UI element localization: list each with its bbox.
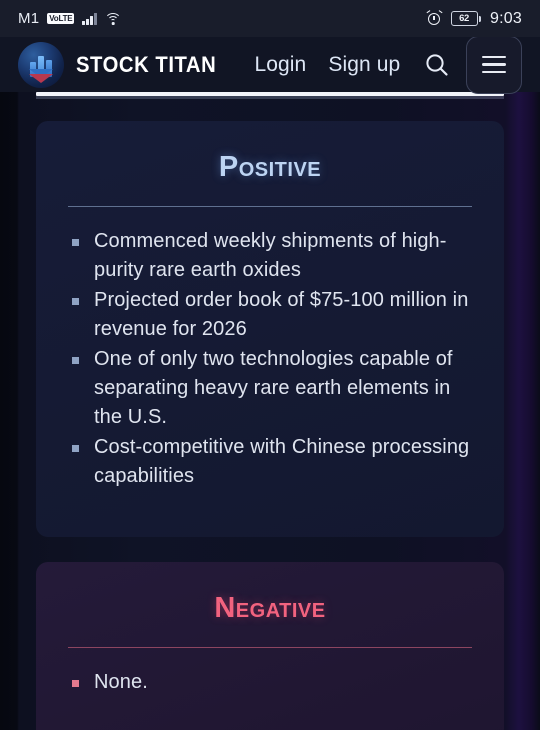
list-item: Commenced weekly shipments of high-purit… [70, 227, 478, 285]
list-item: Projected order book of $75-100 million … [70, 286, 478, 344]
carrier-label: M1 [18, 10, 40, 27]
clock-label: 9:03 [490, 9, 522, 27]
hamburger-menu-icon[interactable] [466, 35, 523, 94]
list-item: Cost-competitive with Chinese processing… [70, 433, 478, 491]
phone-screen: M1 VoLTE 62 9:03 STOCK TITAN Login Sign … [0, 0, 540, 730]
search-icon[interactable] [420, 48, 454, 82]
previous-card-shadow [36, 96, 504, 99]
negative-bullet-list: None. [70, 668, 478, 697]
brand-link[interactable]: STOCK TITAN [18, 41, 228, 88]
list-item: One of only two technologies capable of … [70, 345, 478, 432]
main-content: Positive Commenced weekly shipments of h… [0, 92, 540, 730]
negative-card-divider [68, 647, 472, 648]
volte-badge: VoLTE [47, 13, 75, 24]
status-bar: M1 VoLTE 62 9:03 [0, 0, 540, 37]
status-bar-right: 62 9:03 [426, 9, 522, 28]
battery-percent-label: 62 [450, 11, 478, 26]
wifi-icon [104, 12, 122, 25]
stock-titan-logo-icon [18, 41, 64, 88]
battery-icon: 62 [450, 11, 482, 26]
positive-card: Positive Commenced weekly shipments of h… [36, 121, 504, 537]
negative-card-title: Negative [214, 592, 326, 624]
positive-bullet-list: Commenced weekly shipments of high-purit… [70, 227, 478, 491]
negative-card: Negative None. [36, 562, 504, 730]
positive-card-title: Positive [218, 151, 322, 183]
header-nav: Login Sign up [254, 53, 400, 77]
login-link[interactable]: Login [254, 53, 306, 77]
site-header: STOCK TITAN Login Sign up [0, 35, 540, 94]
brand-name-label: STOCK TITAN [76, 51, 217, 77]
signal-bars-icon [82, 12, 97, 25]
alarm-clock-icon [426, 10, 443, 26]
list-item: None. [70, 668, 478, 697]
positive-card-divider [68, 206, 472, 207]
status-bar-left: M1 VoLTE [18, 10, 122, 27]
signup-link[interactable]: Sign up [328, 53, 400, 77]
